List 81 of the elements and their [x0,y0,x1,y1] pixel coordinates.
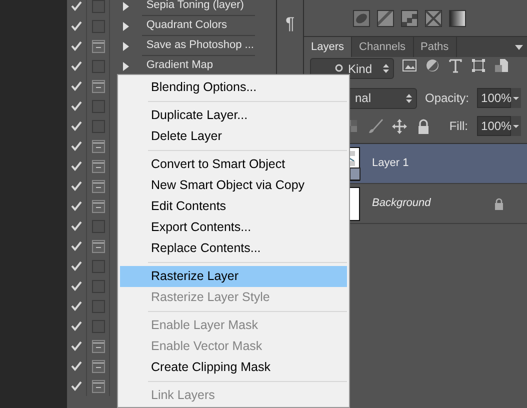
checkmark-icon[interactable] [71,341,82,351]
hue-saturation-icon[interactable] [353,10,370,26]
dialog-icon[interactable] [92,240,105,252]
checkmark-icon[interactable] [71,281,82,291]
gradient-swatch-icon[interactable] [377,10,394,26]
dialog-icon[interactable] [92,360,105,372]
dropdown-icon[interactable] [511,116,522,136]
invert-swatch-icon[interactable] [425,10,442,26]
menu-item[interactable]: Delete Layer [120,126,347,147]
dialog-toggle-icon[interactable] [92,280,105,292]
checkmark-icon[interactable] [71,1,82,11]
dialog-icon[interactable] [92,160,105,172]
dropdown-icon[interactable] [511,88,522,108]
menu-item[interactable]: Rasterize Layer [120,266,347,287]
layer-name[interactable]: Layer 1 [372,155,409,172]
checkmark-icon[interactable] [71,221,82,231]
checkmark-icon[interactable] [71,201,82,211]
checkmark-icon[interactable] [71,181,82,191]
dialog-icon[interactable] [92,380,105,392]
dialog-toggle-icon[interactable] [92,300,105,312]
lock-icon[interactable] [416,118,431,134]
panel-tab[interactable]: Layers [304,37,352,57]
dialog-icon[interactable] [92,40,105,52]
checkmark-icon[interactable] [71,101,82,111]
dialog-toggle-icon[interactable] [92,100,105,112]
search-icon [335,64,344,73]
checkmark-icon[interactable] [71,141,82,151]
checkmark-icon[interactable] [71,61,82,71]
dialog-toggle-icon[interactable] [92,20,105,32]
smart-object-filter-icon[interactable] [494,58,509,73]
gradient-fill-icon[interactable] [449,10,466,26]
opacity-field[interactable]: 100% [477,88,512,108]
dialog-toggle-icon[interactable] [92,260,105,272]
adjustment-filter-icon[interactable] [425,58,440,73]
opacity-label: Opacity: [425,90,470,107]
dialog-icon[interactable] [92,180,105,192]
menu-item[interactable]: Replace Contents... [120,238,347,259]
dialog-toggle-icon[interactable] [92,120,105,132]
action-name[interactable]: Quadrant Colors [142,16,256,36]
fill-field[interactable]: 100% [477,116,512,136]
dialog-toggle-icon[interactable] [92,0,105,12]
image-filter-icon[interactable] [402,58,417,73]
checkmark-icon[interactable] [71,81,82,91]
checkmark-icon[interactable] [71,161,82,171]
fill-label: Fill: [449,118,468,135]
panel-menu-icon[interactable] [515,45,524,50]
panel-tab[interactable]: Channels [352,37,414,57]
lock-icon [494,198,504,210]
checkmark-icon[interactable] [71,21,82,31]
curves-swatch-icon[interactable] [401,10,418,26]
paragraph-icon[interactable]: ¶ [285,14,295,34]
action-name[interactable]: Save as Photoshop ... [142,36,256,56]
dialog-icon[interactable] [92,140,105,152]
shape-filter-icon[interactable] [471,58,486,73]
dialog-icon[interactable] [92,80,105,92]
action-name[interactable]: Sepia Toning (layer) [142,0,256,16]
expand-triangle-icon[interactable] [123,42,130,50]
brush-icon[interactable] [368,118,383,134]
checkmark-icon[interactable] [71,381,82,391]
layer-name[interactable]: Background [372,195,431,212]
checkmark-icon[interactable] [71,321,82,331]
checkmark-icon[interactable] [71,41,82,51]
checkmark-icon[interactable] [71,241,82,251]
expand-triangle-icon[interactable] [123,2,130,10]
expand-triangle-icon[interactable] [123,62,130,70]
dialog-toggle-icon[interactable] [92,60,105,72]
updown-icon [406,94,412,102]
panel-tab[interactable]: Paths [414,37,457,57]
dialog-icon[interactable] [92,340,105,352]
checkmark-icon[interactable] [71,121,82,131]
type-filter-icon[interactable] [448,58,463,73]
dialog-toggle-icon[interactable] [92,220,105,232]
move-icon[interactable] [392,118,407,134]
expand-triangle-icon[interactable] [123,22,130,30]
checkmark-icon[interactable] [71,261,82,271]
checkmark-icon[interactable] [71,301,82,311]
checkmark-icon[interactable] [71,361,82,371]
updown-icon [383,64,389,73]
dialog-icon[interactable] [92,200,105,212]
dialog-toggle-icon[interactable] [92,320,105,332]
menu-item[interactable]: Create Clipping Mask [120,357,347,378]
